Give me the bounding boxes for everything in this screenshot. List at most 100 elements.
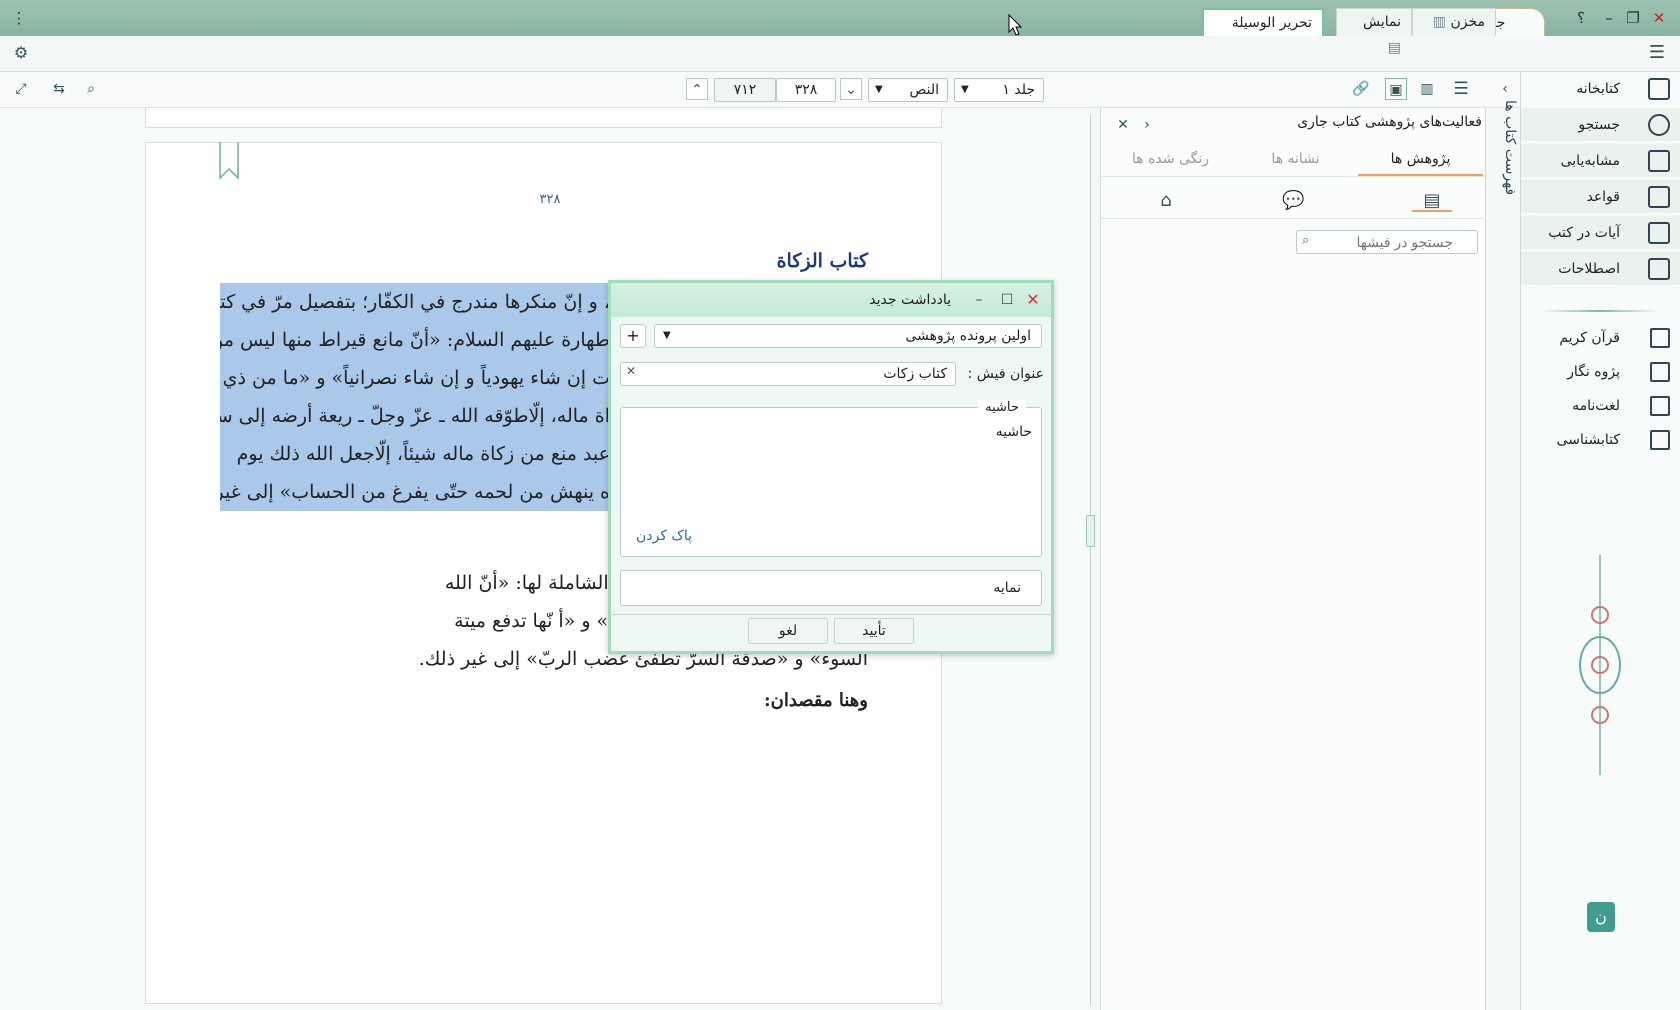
hamburger-menu-icon[interactable]: ☰	[1646, 42, 1668, 64]
single-page-icon[interactable]: ▣	[1385, 78, 1407, 100]
sidebar-item-label: قواعد	[1586, 189, 1620, 205]
page-number: ۳۲۸	[539, 192, 561, 207]
gear-icon[interactable]: ⚙	[10, 42, 32, 64]
selected-text-block[interactable]: ، و إنّ منكرها مندرج في الكفّار؛ بتفصيل …	[220, 283, 610, 511]
sidebar-item-label: مشابه‌یابی	[1560, 153, 1620, 169]
scrollbar-track[interactable]	[1090, 115, 1091, 1005]
margin-text: حاشیه	[995, 424, 1032, 440]
book-index-title[interactable]: فهرست کتاب ها	[1490, 100, 1518, 210]
sidebar-item-terms[interactable]: اصطلاحات	[1521, 252, 1680, 286]
info-icon	[1650, 430, 1670, 450]
list-icon[interactable]: ☰	[1450, 78, 1472, 100]
sidebar-link-bibliography[interactable]: کتابشناسی	[1521, 425, 1680, 455]
tab-store[interactable]: مخزن ▥	[1412, 8, 1496, 36]
minimize-button[interactable]: –	[1598, 8, 1620, 28]
index-input-value: نمایه	[993, 580, 1021, 596]
volume-select[interactable]: جلد ۱ ▼	[954, 78, 1044, 102]
decorative-ornament-icon	[1579, 555, 1621, 775]
sidebar-item-rules[interactable]: قواعد	[1521, 180, 1680, 214]
close-button[interactable]: ✕	[1648, 8, 1670, 28]
index-input[interactable]: نمایه	[620, 570, 1042, 606]
tab-view[interactable]: نمایش ▤	[1336, 8, 1412, 56]
close-icon[interactable]: ✕	[1112, 114, 1134, 136]
bookmark-ribbon-icon[interactable]	[218, 142, 240, 182]
volume-select-value: جلد ۱	[1002, 82, 1035, 98]
main-tabs-bar	[0, 36, 1680, 72]
quran-icon	[1650, 328, 1670, 348]
link-icon[interactable]: 🔗	[1350, 78, 1372, 100]
section-select[interactable]: النص ▼	[868, 78, 948, 102]
sidebar-item-verses[interactable]: آیات در کتب	[1521, 216, 1680, 250]
tab-highlights[interactable]: رنگی شده ها	[1108, 142, 1233, 176]
chevron-down-icon: ▼	[961, 84, 969, 95]
divider	[1101, 218, 1485, 219]
library-icon	[1648, 78, 1670, 100]
subject-label: عنوان فیش :	[967, 366, 1044, 382]
sidebar-link-quran[interactable]: قرآن کریم	[1521, 323, 1680, 353]
subject-input[interactable]: کتاب زکات	[620, 362, 956, 386]
previous-page-edge	[145, 108, 942, 128]
page-total: ۷۱۲	[714, 78, 776, 102]
collapse-panel-icon[interactable]: ‹	[1494, 78, 1516, 100]
notes-list-icon[interactable]: ▤	[1412, 190, 1452, 212]
margin-legend: حاشیه	[978, 400, 1026, 415]
folder-select-value: اولین پرونده پژوهشی	[905, 328, 1031, 344]
help-button[interactable]: ؟	[1570, 8, 1592, 28]
rules-icon	[1648, 186, 1670, 208]
text-line: اة ماله، إلّاطوّقه الله ـ عزّ وجلّ ـ ريع…	[220, 397, 610, 435]
page-up-button[interactable]: ⌃	[686, 78, 708, 100]
book-icon: ▤	[1387, 40, 1401, 56]
text-line: ت إن شاء يهودياً و إن شاء نصرانياً» و «م…	[220, 359, 610, 397]
sidebar-item-label: جستجو	[1578, 117, 1620, 133]
expand-icon[interactable]: ⤢	[10, 78, 32, 100]
app-logo-icon: ن	[1587, 902, 1615, 932]
cancel-button[interactable]: لغو	[748, 618, 828, 644]
clear-link[interactable]: پاک کردن	[636, 528, 726, 544]
sidebar-item-label: آیات در کتب	[1548, 225, 1620, 241]
sidebar-link-label: کتابشناسی	[1556, 432, 1620, 448]
tab-bookmarks[interactable]: نشانه ها	[1233, 142, 1358, 176]
more-menu-icon[interactable]: ⋮	[8, 8, 30, 28]
chapter-heading: كتاب الزكاة	[776, 250, 868, 272]
subject-input-value: کتاب زکات	[883, 366, 947, 382]
page-number-input[interactable]: ۳۲۸	[776, 78, 836, 102]
sub-heading: وهنا مقصدان:	[763, 690, 868, 711]
compare-icon[interactable]: ⇆	[48, 78, 70, 100]
divider	[611, 614, 1051, 615]
sidebar-item-label: اصطلاحات	[1558, 261, 1620, 277]
comment-icon[interactable]: 💬	[1282, 190, 1304, 212]
restore-button[interactable]: ❐	[1622, 8, 1644, 28]
text-line: عبد منع من زكاة ماله شيئاً، إلّاجعل الله…	[220, 435, 610, 473]
chevron-right-icon[interactable]: ›	[1136, 114, 1158, 136]
sidebar-link-label: پژوه نگار	[1567, 364, 1620, 380]
sidebar-link-label: قرآن کریم	[1559, 330, 1620, 346]
folder-select[interactable]: اولین پرونده پژوهشی ▼	[654, 324, 1042, 348]
tab-book[interactable]: تحریر الوسیلة	[1202, 8, 1324, 36]
chevron-down-icon: ▼	[875, 84, 883, 95]
panel-title: فعالیت‌های پژوهشی کتاب جاری	[1297, 114, 1482, 130]
tab-view-label: نمایش	[1362, 14, 1401, 30]
text-line: ه ينهش من لحمه حتّى يفرغ من الحساب» إلى …	[220, 473, 610, 511]
page-down-button[interactable]: ⌄	[840, 78, 862, 100]
sidebar-item-search[interactable]: جستجو	[1521, 108, 1680, 142]
close-icon[interactable]: ✕	[1022, 289, 1044, 311]
clear-field-icon[interactable]: ✕	[626, 364, 636, 378]
notes-search-input[interactable]	[1296, 230, 1478, 254]
ok-button[interactable]: تأیید	[834, 618, 914, 644]
minimize-icon[interactable]: –	[968, 289, 990, 311]
sidebar-link-dictionary[interactable]: لغت‌نامه	[1521, 391, 1680, 421]
sidebar-item-label: کتابخانه	[1576, 81, 1620, 97]
search-icon[interactable]: ⌕	[80, 78, 102, 100]
tag-icon[interactable]: ⌂	[1155, 190, 1177, 212]
scrollbar-thumb[interactable]	[1086, 515, 1095, 547]
sidebar-item-library[interactable]: کتابخانه	[1521, 72, 1680, 106]
add-folder-button[interactable]: +	[620, 324, 646, 348]
chevron-down-icon: ▼	[663, 330, 671, 341]
double-page-icon[interactable]: ▥	[1416, 78, 1438, 100]
sidebar-link-notes[interactable]: پژوه نگار	[1521, 357, 1680, 387]
sidebar-item-similar[interactable]: مشابه‌یابی	[1521, 144, 1680, 178]
tab-research[interactable]: پژوهش ها	[1358, 142, 1483, 176]
tab-store-label: مخزن	[1450, 14, 1485, 30]
notes-icon	[1650, 362, 1670, 382]
maximize-icon[interactable]: ☐	[996, 289, 1018, 311]
